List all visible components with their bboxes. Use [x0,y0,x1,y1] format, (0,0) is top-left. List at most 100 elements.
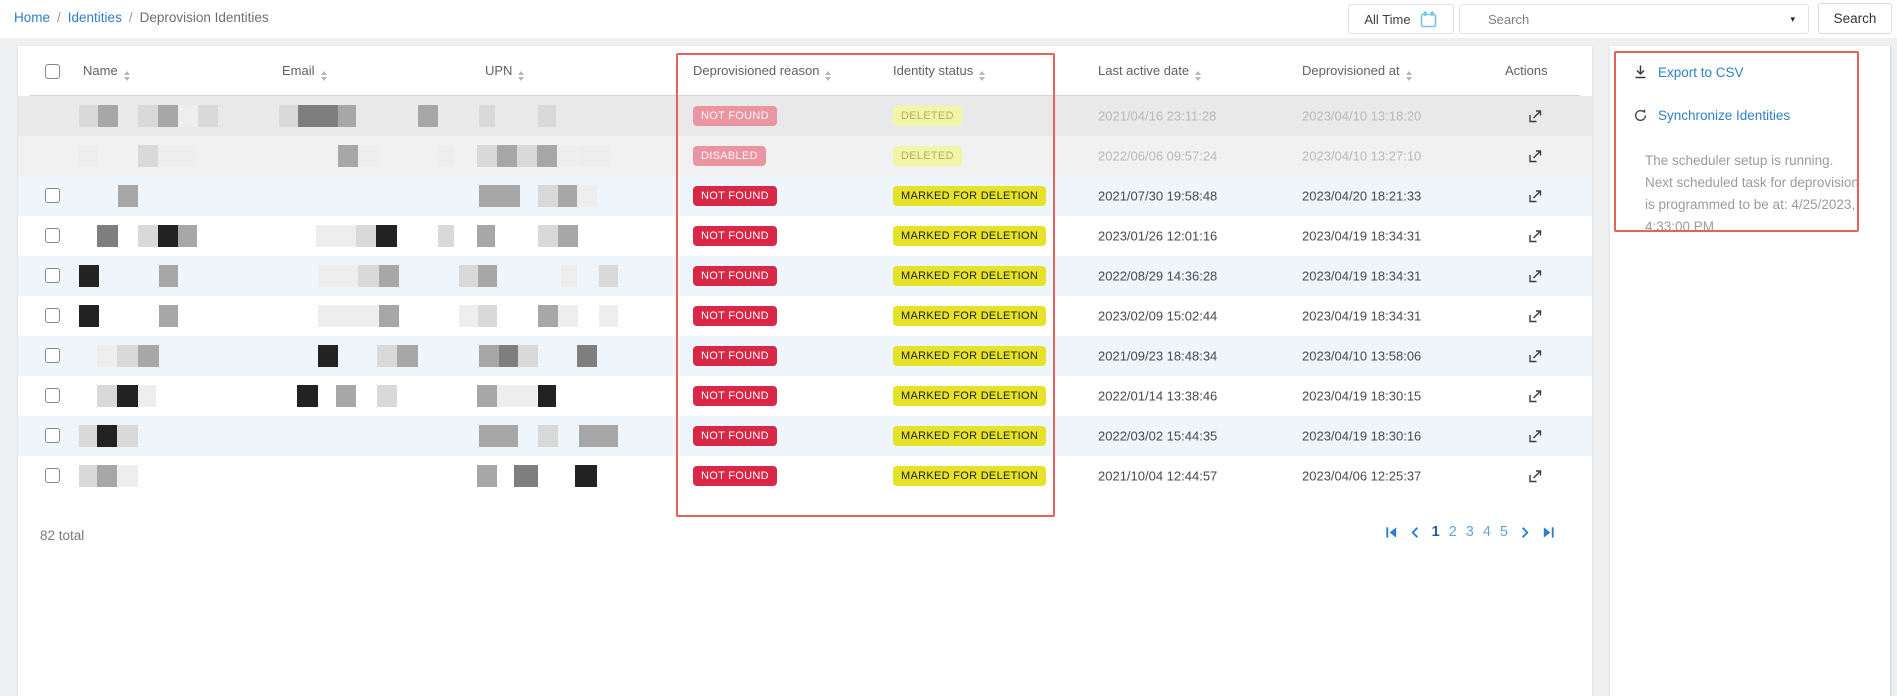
redacted-block [117,425,138,447]
redacted-block [117,465,138,487]
row-checkbox[interactable] [45,468,60,483]
pager-page-1[interactable]: 1 [1432,524,1440,540]
open-details-icon[interactable] [1528,469,1543,484]
synchronize-identities-button[interactable]: Synchronize Identities [1633,108,1790,123]
row-checkbox[interactable] [45,348,60,363]
table-row: NOT FOUNDMARKED FOR DELETION2021/09/23 1… [18,336,1592,376]
scheduler-note: The scheduler setup is running. Next sch… [1645,150,1861,238]
redacted-block [538,105,556,127]
pager-previous-icon[interactable] [1408,525,1423,540]
redacted-block [356,225,376,247]
search-input[interactable]: Search ▾ [1459,4,1809,34]
deprovisioned-at-date: 2023/04/19 18:30:16 [1302,429,1421,444]
table-row: NOT FOUNDMARKED FOR DELETION2023/01/26 1… [18,216,1592,256]
pager-next-icon[interactable] [1517,525,1532,540]
redacted-block [537,145,557,167]
redacted-block [338,265,358,287]
identity-status-badge: MARKED FOR DELETION [893,266,1046,286]
redacted-block [318,265,338,287]
deprovisioned-reason-badge: DISABLED [693,146,766,166]
deprovisioned-at-date: 2023/04/06 12:25:37 [1302,469,1421,484]
pager-page-5[interactable]: 5 [1500,524,1508,540]
download-icon [1633,64,1648,80]
redacted-block [575,465,597,487]
redacted-block [178,105,198,127]
identity-status-badge: MARKED FOR DELETION [893,346,1046,366]
pager-last-icon[interactable] [1541,525,1556,540]
deprovisioned-at-date: 2023/04/10 13:27:10 [1302,149,1421,164]
open-details-icon[interactable] [1528,149,1543,164]
redacted-block [538,385,556,407]
export-csv-label: Export to CSV [1658,65,1744,80]
row-checkbox[interactable] [45,228,60,243]
open-details-icon[interactable] [1528,389,1543,404]
open-details-icon[interactable] [1528,189,1543,204]
last-active-date: 2021/10/04 12:44:57 [1098,469,1217,484]
row-checkbox[interactable] [45,308,60,323]
redacted-block [518,345,538,367]
last-active-date: 2022/06/06 09:57:24 [1098,149,1217,164]
redacted-block [118,185,138,207]
pager-page-3[interactable]: 3 [1466,524,1474,540]
sort-icon [1195,71,1201,81]
open-details-icon[interactable] [1528,429,1543,444]
column-header-last-active-date[interactable]: Last active date [1098,63,1201,81]
redacted-block [498,425,518,447]
last-active-date: 2022/03/02 15:44:35 [1098,429,1217,444]
open-details-icon[interactable] [1528,269,1543,284]
redacted-block [397,345,418,367]
deprovisioned-reason-badge: NOT FOUND [693,106,777,126]
open-details-icon[interactable] [1528,109,1543,124]
identity-status-badge: MARKED FOR DELETION [893,426,1046,446]
pager-page-2[interactable]: 2 [1449,524,1457,540]
pager-first-icon[interactable] [1384,525,1399,540]
redacted-block [79,105,98,127]
open-details-icon[interactable] [1528,349,1543,364]
column-header-deprovisioned-reason[interactable]: Deprovisioned reason [693,63,831,81]
select-all-checkbox[interactable] [45,64,60,79]
redacted-block [477,385,497,407]
redacted-block [459,305,478,327]
redacted-block [117,345,138,367]
deprovisioned-reason-badge: NOT FOUND [693,346,777,366]
redacted-block [538,225,558,247]
open-details-icon[interactable] [1528,309,1543,324]
export-csv-button[interactable]: Export to CSV [1633,64,1744,80]
redacted-block [377,345,397,367]
deprovisioned-at-date: 2023/04/10 13:58:06 [1302,349,1421,364]
sort-icon [1406,71,1412,81]
row-checkbox[interactable] [45,428,60,443]
breadcrumb-link[interactable]: Identities [68,10,122,25]
search-button[interactable]: Search [1818,3,1892,34]
table-row: NOT FOUNDMARKED FOR DELETION2022/01/14 1… [18,376,1592,416]
redacted-block [358,265,379,287]
identity-status-badge: MARKED FOR DELETION [893,226,1046,246]
row-checkbox[interactable] [45,188,60,203]
column-header-name[interactable]: Name [83,63,130,81]
deprovisioned-at-date: 2023/04/20 18:21:33 [1302,189,1421,204]
column-header-identity-status[interactable]: Identity status [893,63,985,81]
breadcrumb-link[interactable]: Home [14,10,50,25]
redacted-block [316,225,336,247]
sort-icon [518,71,524,81]
column-header-deprovisioned-at[interactable]: Deprovisioned at [1302,63,1412,81]
pager-page-4[interactable]: 4 [1483,524,1491,540]
redacted-block [418,105,438,127]
redacted-block [561,265,577,287]
redacted-block [479,185,520,207]
redacted-block [379,305,399,327]
table-row: NOT FOUNDMARKED FOR DELETION2022/08/29 1… [18,256,1592,296]
deprovisioned-at-date: 2023/04/10 13:18:20 [1302,109,1421,124]
open-details-icon[interactable] [1528,229,1543,244]
identities-table-card: Name Email UPN Deprovisioned reason Identity… [18,46,1592,696]
row-checkbox[interactable] [45,388,60,403]
column-header-email[interactable]: Email [282,63,327,81]
total-count: 82 total [40,528,84,543]
time-filter-label: All Time [1364,12,1410,27]
redacted-block [478,265,497,287]
column-header-upn[interactable]: UPN [485,63,524,81]
row-checkbox[interactable] [45,268,60,283]
redacted-block [598,425,618,447]
identity-status-badge: DELETED [893,106,962,126]
time-filter-button[interactable]: All Time [1348,4,1454,34]
